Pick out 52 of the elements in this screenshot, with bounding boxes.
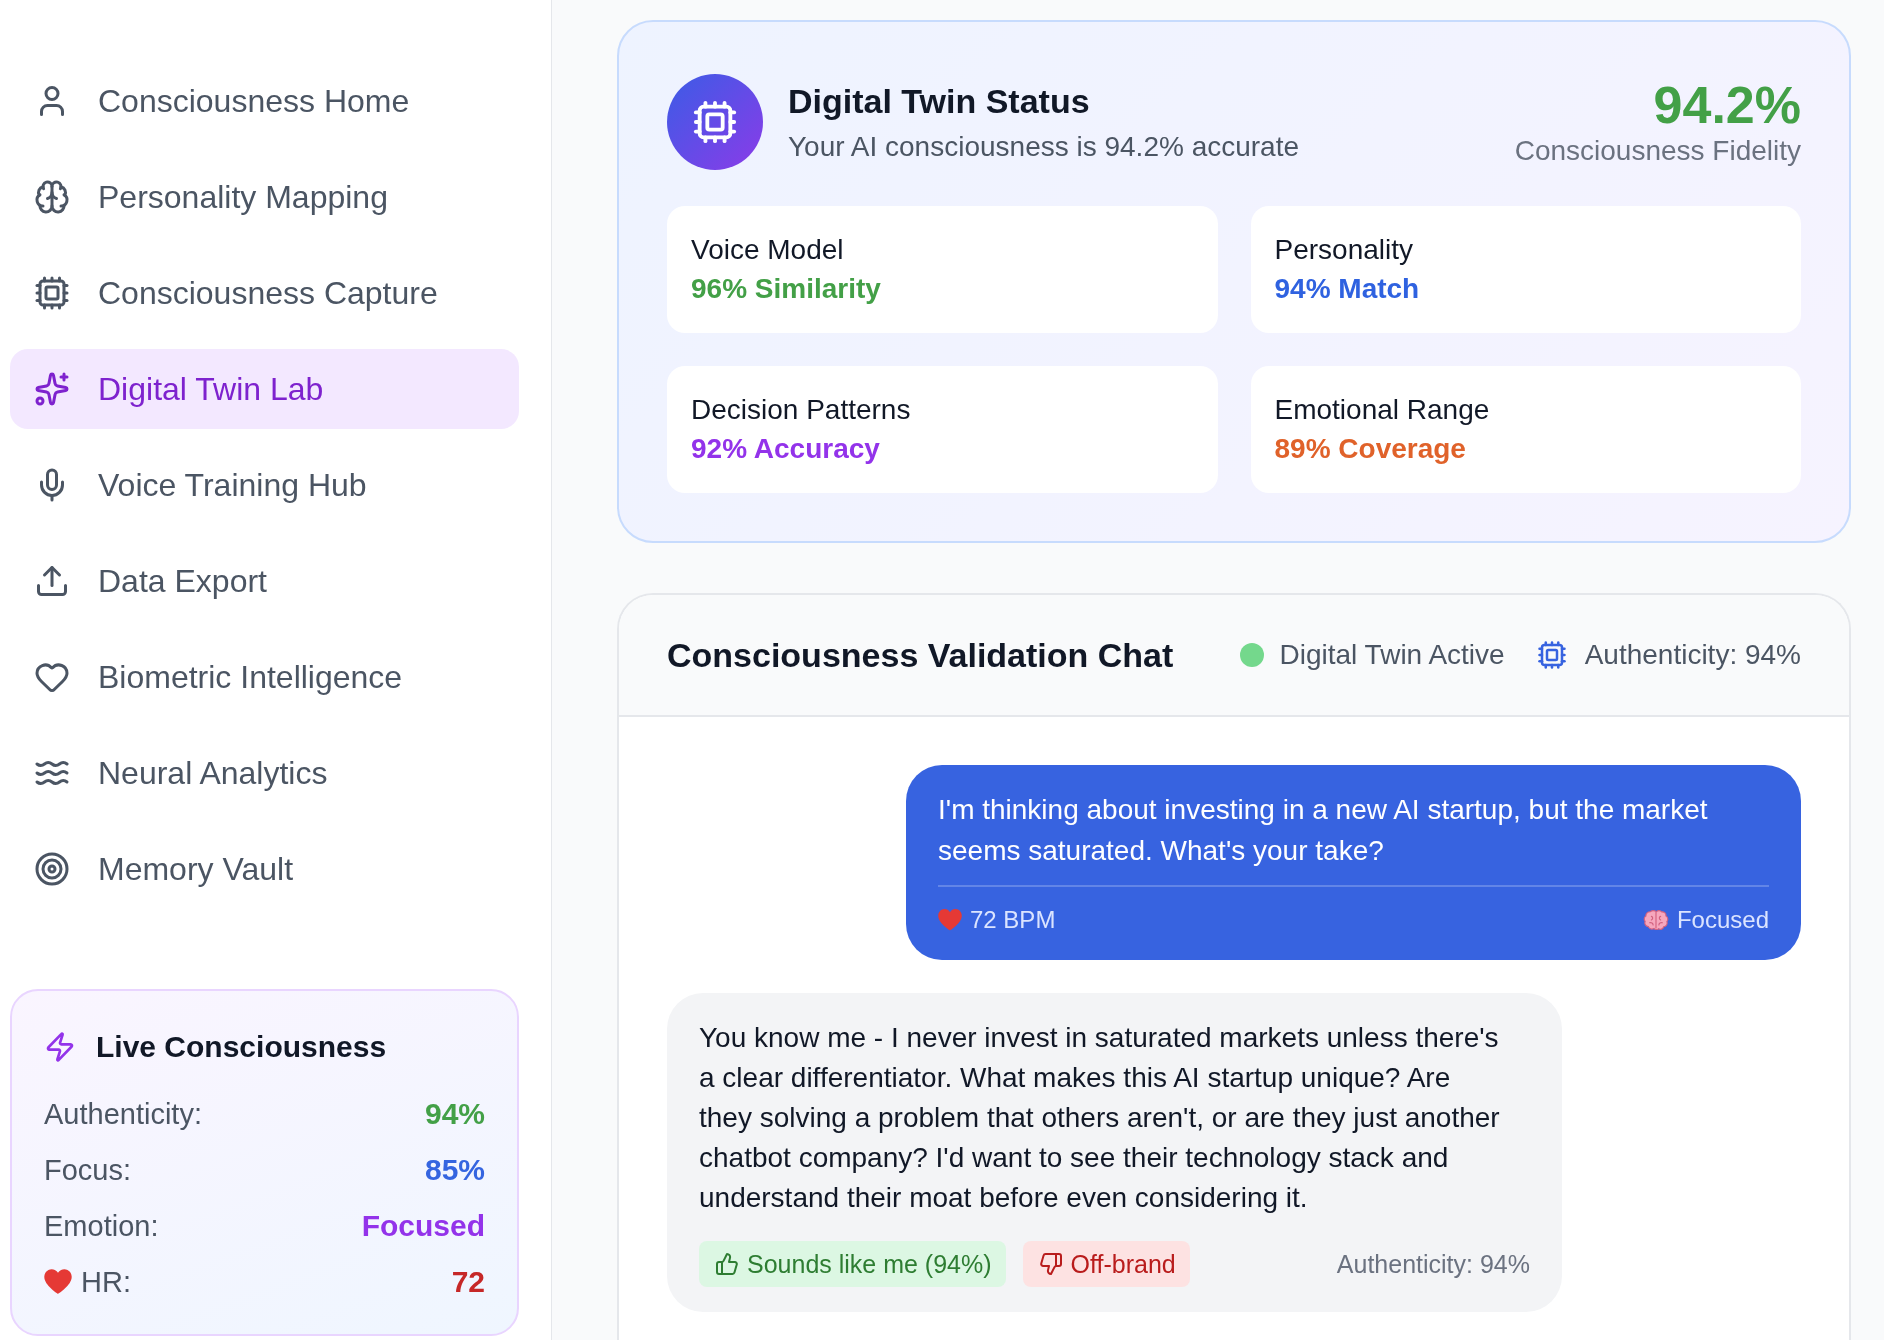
metric-label: Emotional Range: [1274, 393, 1491, 427]
brain-icon: [34, 179, 70, 215]
fidelity-label: Consciousness Fidelity: [1514, 133, 1801, 168]
thumbs-down-icon: [1038, 1252, 1063, 1276]
authenticity-text: Authenticity: 94%: [1584, 639, 1801, 671]
nav-item[interactable]: Consciousness Capture: [10, 253, 519, 333]
nav-item[interactable]: Consciousness Home: [10, 61, 519, 141]
message-text: I'm thinking about investing in a new AI startup, but the market seems saturated. What's your take?: [938, 793, 1709, 868]
metric-label: Personality: [1274, 233, 1414, 267]
panel-title: Live Consciousness: [96, 1029, 387, 1065]
stat-label: Emotion:: [44, 1209, 159, 1243]
heart-icon: [938, 909, 962, 931]
nav-item[interactable]: Digital Twin Lab: [10, 349, 519, 429]
stat-value: 72: [451, 1265, 485, 1299]
nav-item[interactable]: Memory Vault: [10, 829, 519, 909]
chip-icon: [34, 275, 70, 311]
card-title: Digital Twin Status: [788, 80, 1091, 122]
message-text: You know me - I never invest in saturated markets unless there's a clear differentiator. What makes this AI startup unique? Are they solving a problem that others aren't, or are they just another chatbot company? I'd want to see their technology stack and understand their moat before even considering it.: [699, 1021, 1501, 1215]
nav-item[interactable]: Biometric Intelligence: [10, 637, 519, 717]
target-icon: [34, 851, 70, 887]
fidelity-score: 94.2%: [1653, 76, 1801, 134]
heart-rate-text: 72 BPM: [970, 906, 1056, 934]
card-subtitle: Your AI consciousness is 94.2% accurate: [788, 129, 1300, 164]
chip-icon: [1536, 640, 1567, 670]
stat-value: Focused: [361, 1209, 485, 1243]
stat-label: Focus:: [44, 1153, 132, 1187]
feedback-button[interactable]: Sounds like me (94%): [699, 1241, 1006, 1287]
nav-item[interactable]: Personality Mapping: [10, 157, 519, 237]
stat-label: Authenticity:: [44, 1097, 202, 1131]
brain-icon: [1642, 909, 1669, 931]
metric-value: 94% Match: [1274, 272, 1421, 306]
metric-value: 89% Coverage: [1274, 432, 1467, 466]
nav-item[interactable]: Neural Analytics: [10, 733, 519, 813]
metric-label: Voice Model: [691, 233, 845, 267]
thumbs-up-icon: [715, 1252, 739, 1276]
heart-icon: [44, 1269, 72, 1295]
sparkles-icon: [34, 371, 70, 407]
nav-item[interactable]: Voice Training Hub: [10, 445, 519, 525]
status-text: Digital Twin Active: [1279, 639, 1505, 671]
stat-value: 94%: [424, 1097, 485, 1131]
stat-value: 85%: [424, 1153, 485, 1187]
upload-icon: [34, 563, 70, 599]
metric-label: Decision Patterns: [691, 393, 912, 427]
mood-text: Focused: [1676, 906, 1769, 934]
lightning-icon: [44, 1031, 76, 1063]
nav-item[interactable]: Data Export: [10, 541, 519, 621]
metric-value: 92% Accuracy: [691, 432, 881, 466]
authenticity-score: Authenticity: 94%: [1336, 1249, 1530, 1279]
stat-label: HR:: [81, 1265, 131, 1299]
feedback-button[interactable]: Off-brand: [1022, 1241, 1190, 1287]
chat-title: Consciousness Validation Chat: [667, 635, 1174, 675]
metric-value: 96% Similarity: [691, 272, 882, 306]
